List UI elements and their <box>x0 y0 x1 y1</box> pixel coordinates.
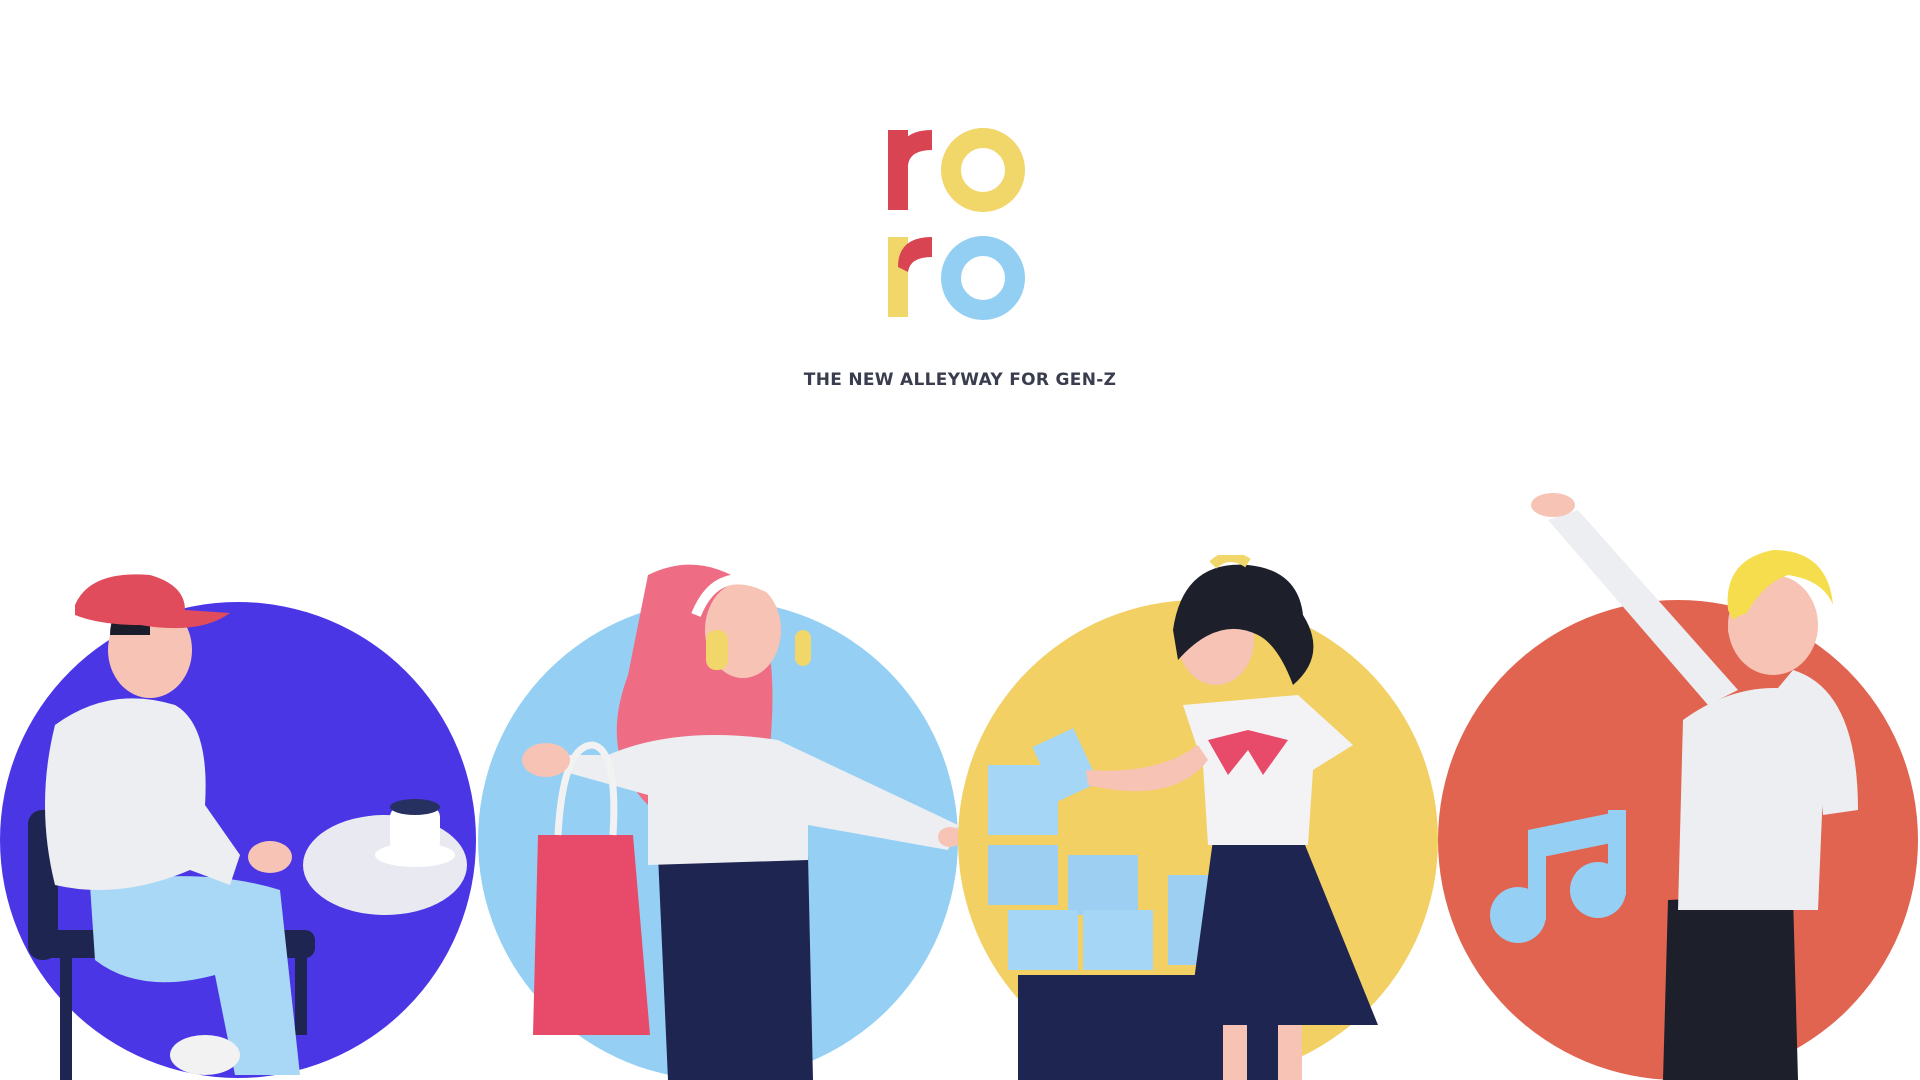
scene-music <box>1438 490 1920 1080</box>
scene-cafe <box>0 555 480 1080</box>
tagline: THE NEW ALLEYWAY FOR GEN-Z <box>803 370 1117 390</box>
roro-logo <box>880 120 1040 330</box>
scene-boxes <box>958 555 1440 1080</box>
scene-shopping <box>478 555 960 1080</box>
